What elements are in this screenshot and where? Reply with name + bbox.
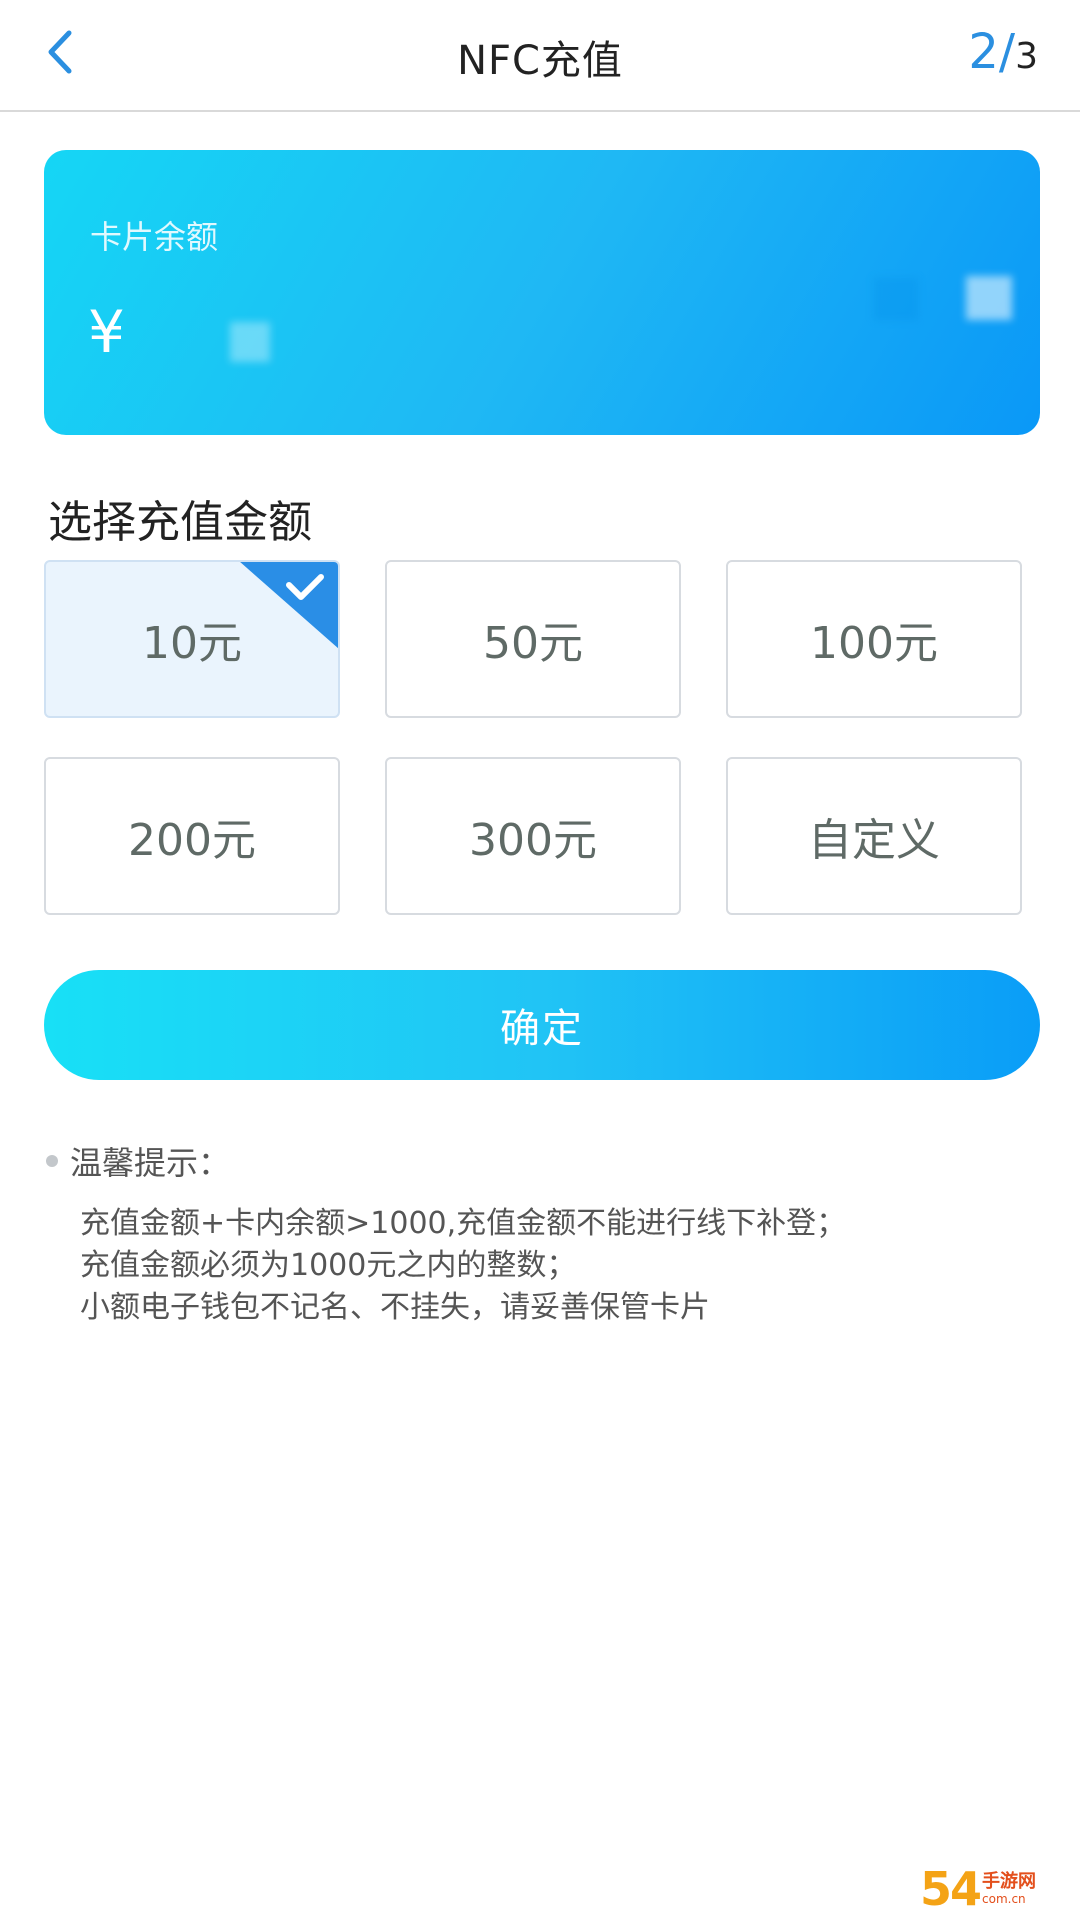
checkmark-icon <box>240 562 338 649</box>
page-title: NFC充值 <box>457 38 623 84</box>
option-label: 100元 <box>810 618 938 669</box>
nav-bar: NFC充值 2/3 <box>0 0 1080 112</box>
confirm-button[interactable]: 确定 <box>44 970 1040 1080</box>
tip-line-2: 充值金额必须为1000元之内的整数； <box>80 1248 577 1283</box>
watermark-sub1: 手游网 <box>982 1871 1037 1892</box>
bullet-dot-icon <box>46 1155 58 1167</box>
amount-section-title: 选择充值金额 <box>48 497 312 548</box>
option-label: 自定义 <box>808 815 940 866</box>
option-label: 50元 <box>483 618 583 669</box>
amount-option-100[interactable]: 100元 <box>726 560 1022 718</box>
watermark-sub: 手游网 com.cn <box>982 1871 1037 1907</box>
balance-label: 卡片余额 <box>90 218 219 256</box>
option-label: 200元 <box>128 815 256 866</box>
option-label: 300元 <box>469 815 597 866</box>
tips-title: 温馨提示： <box>46 1138 230 1184</box>
step-indicator: 2/3 <box>968 24 1038 80</box>
site-watermark: 54 手游网 com.cn <box>920 1858 1080 1920</box>
amount-option-300[interactable]: 300元 <box>385 757 681 915</box>
redacted-area <box>966 276 1012 320</box>
amount-option-200[interactable]: 200元 <box>44 757 340 915</box>
balance-card: 卡片余额 ¥ <box>44 150 1040 435</box>
step-current: 2/ <box>968 24 1016 80</box>
watermark-main: 54 <box>920 1862 982 1916</box>
watermark-sub2: com.cn <box>982 1892 1026 1906</box>
tip-line-3: 小额电子钱包不记名、不挂失，请妥善保管卡片 <box>80 1290 710 1325</box>
option-label: 10元 <box>142 618 242 669</box>
step-total: 3 <box>1015 36 1038 77</box>
currency-symbol: ¥ <box>88 298 125 366</box>
tips-title-text: 温馨提示： <box>70 1144 231 1182</box>
amount-option-custom[interactable]: 自定义 <box>726 757 1022 915</box>
redacted-area <box>230 322 270 362</box>
amount-option-10[interactable]: 10元 <box>44 560 340 718</box>
redacted-area <box>874 278 918 320</box>
amount-option-50[interactable]: 50元 <box>385 560 681 718</box>
tip-line-1: 充值金额+卡内余额>1000,充值金额不能进行线下补登； <box>80 1206 847 1241</box>
